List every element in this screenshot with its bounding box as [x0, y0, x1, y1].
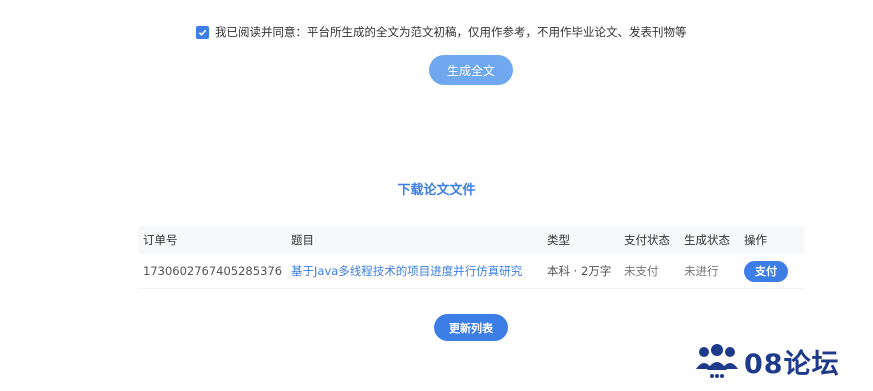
header-order-no: 订单号 — [143, 233, 178, 247]
cell-type: 本科 · 2万字 — [547, 264, 612, 278]
refresh-list-button[interactable]: 更新列表 — [434, 314, 508, 341]
table-header: 订单号 题目 类型 支付状态 生成状态 操作 — [138, 226, 804, 254]
header-pay-status: 支付状态 — [624, 233, 670, 247]
cell-pay-status: 未支付 — [624, 264, 659, 278]
watermark-text: 08论坛 — [744, 349, 840, 380]
cell-title-link[interactable]: 基于Java多线程技术的项目进度并行仿真研究 — [291, 263, 522, 279]
orders-table: 订单号 题目 类型 支付状态 生成状态 操作 17306027674052853… — [138, 226, 804, 289]
section-title: 下载论文文件 — [397, 183, 476, 198]
agreement-text: 我已阅读并同意：平台所生成的全文为范文初稿，仅用作参考，不用作毕业论文、发表刊物… — [215, 25, 687, 39]
watermark-logo: 08论坛 — [694, 342, 840, 381]
table-row: 1730602767405285376 基于Java多线程技术的项目进度并行仿真… — [138, 254, 804, 289]
header-title: 题目 — [291, 233, 314, 247]
header-type: 类型 — [547, 233, 570, 247]
agreement-checkbox[interactable] — [196, 25, 209, 39]
header-gen-status: 生成状态 — [684, 233, 730, 247]
header-action: 操作 — [744, 233, 767, 247]
users-group-icon — [696, 343, 738, 378]
generate-full-text-button[interactable]: 生成全文 — [429, 55, 513, 85]
cell-order-no: 1730602767405285376 — [143, 264, 283, 278]
cell-gen-status: 未进行 — [684, 264, 719, 278]
check-icon — [198, 29, 207, 36]
pay-button[interactable]: 支付 — [744, 260, 788, 282]
agreement-row: 我已阅读并同意：平台所生成的全文为范文初稿，仅用作参考，不用作毕业论文、发表刊物… — [196, 24, 687, 40]
